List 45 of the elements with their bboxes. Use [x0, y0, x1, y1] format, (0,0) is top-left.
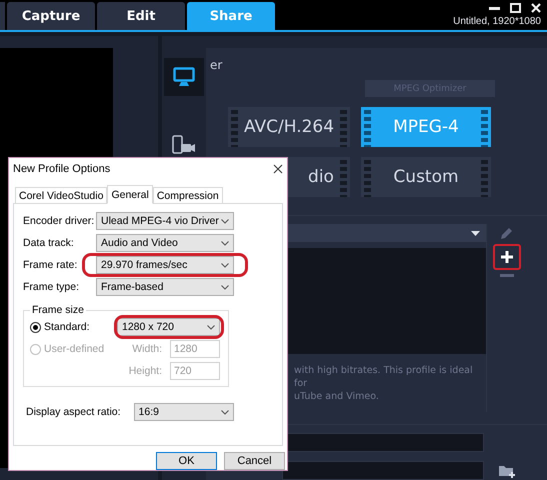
- field-label: Width:: [132, 343, 162, 356]
- close-icon[interactable]: [273, 164, 283, 174]
- profile-description: with high bitrates. This profile is ideal for uTube and Vimeo.: [293, 364, 474, 403]
- field-label: Frame type:: [23, 281, 80, 294]
- mode-tab[interactable]: Capture: [7, 2, 95, 30]
- format-tile[interactable]: AVC/H.264: [228, 107, 350, 147]
- field-label: Data track:: [23, 237, 75, 250]
- tab-edge: [0, 2, 5, 30]
- dialog-title: New Profile Options: [13, 162, 110, 175]
- input-field[interactable]: [282, 461, 484, 480]
- radio-button[interactable]: Standard:: [30, 321, 90, 334]
- field-label: Display aspect ratio:: [26, 406, 121, 418]
- dropdown-field[interactable]: Audio and Video: [96, 234, 234, 252]
- chevron-down-icon: [221, 284, 229, 290]
- dropdown-field[interactable]: Ulead MPEG-4 vio Driver: [96, 212, 234, 230]
- section-title: er: [210, 58, 224, 72]
- plus-icon: [500, 250, 514, 264]
- monitor-icon: [173, 67, 195, 87]
- field-label: Frame rate:: [23, 259, 78, 272]
- format-tile[interactable]: Custom: [361, 157, 491, 197]
- chevron-down-icon: [221, 262, 229, 268]
- dialog-tab[interactable]: General: [107, 185, 153, 204]
- project-info: Untitled, 1920*1080: [453, 16, 541, 27]
- field-label: Encoder driver:: [23, 215, 96, 228]
- phone-camera-icon: [172, 135, 196, 155]
- field-label: Height:: [128, 365, 162, 378]
- dropdown-field[interactable]: 29.970 frames/sec: [96, 256, 234, 274]
- chevron-down-icon: [221, 218, 229, 224]
- chevron-down-icon: [207, 324, 215, 330]
- chevron-down-icon: [221, 240, 229, 246]
- minimize-icon[interactable]: [489, 6, 500, 10]
- dialog-button[interactable]: Cancel: [224, 452, 285, 470]
- chevron-down-icon: [220, 410, 229, 415]
- add-button[interactable]: [493, 244, 521, 270]
- dialog-tab[interactable]: Compression: [152, 187, 223, 204]
- share-category-button[interactable]: [164, 58, 204, 96]
- dialog-button[interactable]: OK: [156, 452, 217, 470]
- dialog-tab[interactable]: Corel VideoStudio: [15, 187, 108, 204]
- maximize-icon[interactable]: [510, 3, 521, 13]
- dropdown-arrow-icon: [471, 230, 480, 236]
- group-title: Frame size: [31, 304, 85, 316]
- dropdown-field[interactable]: Frame-based: [96, 278, 234, 296]
- mode-tab[interactable]: Edit: [97, 2, 185, 30]
- dropdown-field[interactable]: 1280 x 720: [117, 318, 220, 336]
- dropdown-field[interactable]: 16:9: [134, 403, 234, 422]
